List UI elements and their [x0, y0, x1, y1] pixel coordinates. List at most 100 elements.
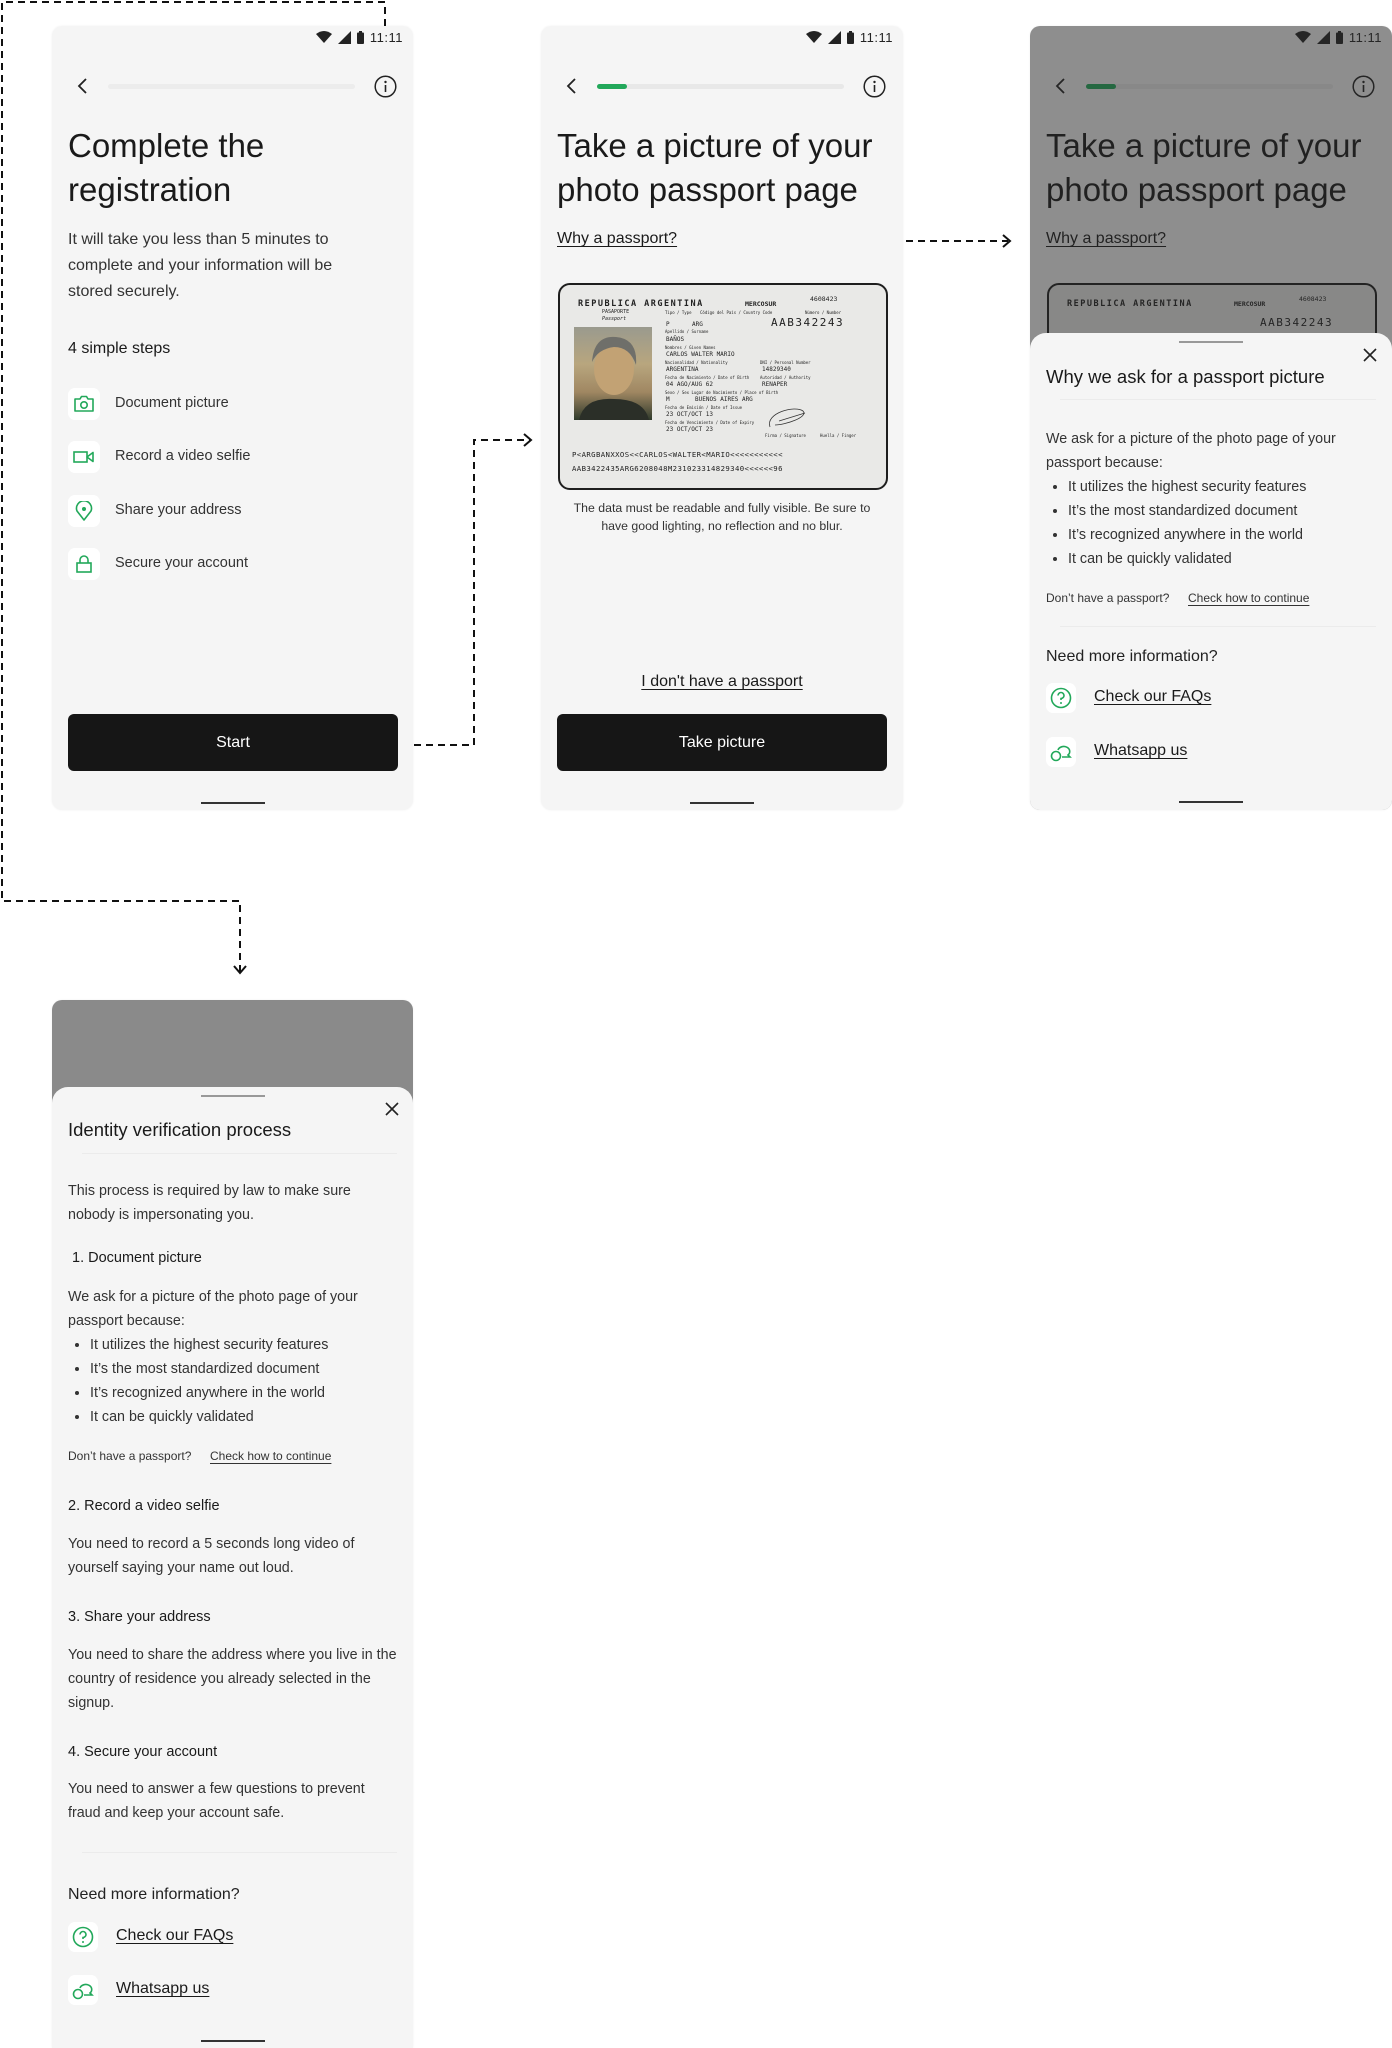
- passport-serial: 4608423: [810, 295, 838, 303]
- sheet-title: Why we ask for a passport picture: [1046, 366, 1325, 387]
- passport-field-value: ARG: [692, 321, 703, 328]
- passport-field-label: Nacionalidad / Nationality: [665, 360, 728, 365]
- passport-field-value: 23 OCT/OCT 23: [666, 426, 713, 433]
- sheet-drag-handle[interactable]: [200, 1095, 265, 1097]
- page-title: Complete the registration: [68, 127, 265, 208]
- step1-intro: We ask for a picture of the photo page o…: [68, 1289, 358, 1329]
- passport-field-label: Nombres / Given Names: [665, 345, 716, 350]
- signal-icon: [337, 30, 351, 44]
- passport-field-label: Número / Number: [805, 310, 842, 315]
- wifi-icon: [805, 31, 822, 43]
- no-passport-text: Don’t have a passport?: [1046, 591, 1170, 605]
- passport-field-value: 23 OCT/OCT 13: [666, 411, 713, 418]
- bottom-sheet: Why we ask for a passport picture We ask…: [1030, 333, 1392, 810]
- wifi-icon: [315, 31, 332, 43]
- no-passport-link[interactable]: I don't have a passport: [541, 673, 903, 691]
- whatsapp-icon-box: [1046, 737, 1076, 767]
- step4-heading: 4. Secure your account: [68, 1744, 218, 1760]
- passport-field-value: P: [666, 321, 670, 328]
- passport-field-value: RENAPER: [762, 381, 788, 388]
- more-info-heading: Need more information?: [1046, 648, 1218, 665]
- step-label: Secure your account: [115, 555, 248, 571]
- back-chevron-icon[interactable]: [74, 76, 92, 96]
- take-picture-button[interactable]: Take picture: [557, 714, 887, 771]
- reasons-list: It utilizes the highest security feature…: [1068, 475, 1306, 571]
- step-label: Share your address: [115, 502, 242, 518]
- passport-field-label: Código del País / Country Code: [700, 310, 773, 315]
- step-icon-box: [68, 495, 100, 527]
- photo-instructions: The data must be readable and fully visi…: [573, 501, 871, 533]
- passport-field-label: Sexo / Sex Lugar de Nacimiento / Place o…: [665, 390, 779, 395]
- whatsapp-link[interactable]: Whatsapp us: [116, 1980, 209, 1998]
- step3-text: You need to share the address where you …: [68, 1647, 397, 1711]
- check-how-to-continue-link[interactable]: Check how to continue: [210, 1449, 331, 1463]
- question-circle-icon: [72, 1926, 94, 1948]
- passport-field-label: DNI / Personal Number: [760, 360, 811, 365]
- home-indicator: [201, 2040, 265, 2042]
- faq-link[interactable]: Check our FAQs: [116, 1927, 233, 1945]
- step-label: Record a video selfie: [115, 448, 251, 464]
- arrowhead-right-icon: [523, 433, 533, 447]
- passport-field-value: CARLOS WALTER MARIO: [666, 351, 735, 358]
- passport-field-label: Fecha de Vencimiento / Date of Expiry: [665, 420, 755, 425]
- reason-item: It utilizes the highest security feature…: [1068, 475, 1306, 499]
- reason-item: It’s the most standardized document: [1068, 499, 1306, 523]
- lock-icon: [76, 555, 92, 573]
- passport-field-label: Firma / Signature: [765, 433, 806, 438]
- whatsapp-link[interactable]: Whatsapp us: [1094, 742, 1187, 760]
- step-icon-box: [68, 548, 100, 580]
- sheet-intro: We ask for a picture of the photo page o…: [1046, 431, 1336, 471]
- passport-field-label: Fecha de Nacimiento / Date of Birth: [665, 375, 750, 380]
- passport-field-label: Autoridad / Authority: [760, 375, 811, 380]
- status-time: 11:11: [369, 29, 403, 45]
- page-subtitle: It will take you less than 5 minutes to …: [68, 231, 333, 300]
- passport-doc-type: PASAPORTE: [602, 309, 630, 315]
- step2-text: You need to record a 5 seconds long vide…: [68, 1536, 355, 1576]
- reason-item: It’s the most standardized document: [90, 1357, 328, 1381]
- info-icon[interactable]: [374, 75, 397, 98]
- back-chevron-icon[interactable]: [563, 76, 581, 96]
- chat-bubbles-icon: [1050, 745, 1072, 762]
- passport-field-value: M: [666, 396, 670, 403]
- reason-item: It can be quickly validated: [1068, 547, 1306, 571]
- passport-field-label: Apellido / Surname: [665, 329, 709, 334]
- sheet-drag-handle[interactable]: [1179, 341, 1243, 343]
- screen-complete-registration: 11:11 Complete the registration It will …: [52, 26, 413, 810]
- question-circle-icon: [1050, 687, 1072, 709]
- divider: [1060, 626, 1376, 627]
- info-icon[interactable]: [863, 75, 886, 98]
- passport-mrz-line: P<ARGBANXXOS<<CARLOS<WALTER<MARIO<<<<<<<…: [572, 450, 783, 459]
- divider: [82, 1852, 397, 1853]
- progress-bar: [108, 84, 355, 89]
- step-icon-box: [68, 388, 100, 420]
- chat-bubbles-icon: [72, 1983, 94, 2000]
- status-bar: 11:11: [805, 28, 893, 46]
- connector-start-to-passport: [414, 439, 530, 746]
- passport-field-value: 04 AGO/AUG 62: [666, 381, 713, 388]
- passport-union: MERCOSUR: [745, 300, 777, 308]
- faq-link[interactable]: Check our FAQs: [1094, 688, 1211, 706]
- step-label: Document picture: [115, 395, 229, 411]
- divider: [82, 1153, 397, 1154]
- passport-field-label: Huella / Finger: [820, 433, 857, 438]
- no-passport-text: Don’t have a passport?: [68, 1449, 192, 1463]
- step1-heading: 1. Document picture: [72, 1250, 202, 1266]
- screen-passport-picture: 11:11 Take a picture of your photo passp…: [541, 26, 903, 810]
- close-icon[interactable]: [384, 1101, 400, 1117]
- passport-doc-type-en: Passport: [602, 316, 627, 322]
- portrait-icon: [579, 336, 649, 420]
- battery-icon: [356, 30, 364, 44]
- home-indicator: [1179, 801, 1243, 803]
- screen-why-passport-sheet: 11:11 Take a picture of your photo passp…: [1030, 26, 1392, 810]
- start-button[interactable]: Start: [68, 714, 398, 771]
- passport-field-value: BAÑOS: [666, 336, 685, 343]
- progress-bar: [597, 84, 844, 89]
- reason-item: It’s recognized anywhere in the world: [1068, 523, 1306, 547]
- faq-icon-box: [68, 1922, 98, 1952]
- close-icon[interactable]: [1362, 347, 1378, 363]
- passport-mrz-line: AAB3422435ARG6208048M231023314829340<<<<…: [572, 464, 783, 473]
- video-icon: [73, 451, 94, 463]
- passport-photo: [574, 327, 652, 420]
- check-how-to-continue-link[interactable]: Check how to continue: [1188, 591, 1309, 605]
- why-passport-link[interactable]: Why a passport?: [557, 230, 677, 248]
